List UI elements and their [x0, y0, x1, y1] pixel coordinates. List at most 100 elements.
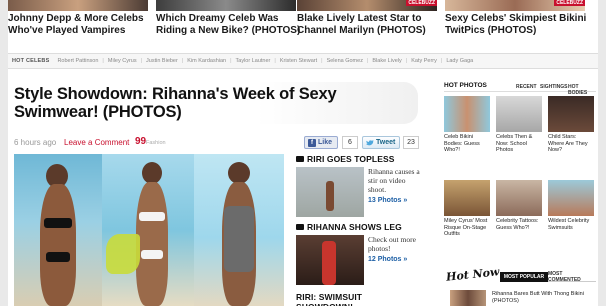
- main-photo-gallery[interactable]: [14, 154, 284, 306]
- category-link[interactable]: Fashion: [146, 140, 166, 146]
- tweet-button[interactable]: Tweet: [362, 136, 400, 149]
- top-story-thumbnail[interactable]: [156, 0, 296, 11]
- separator: |: [405, 58, 408, 64]
- top-story-1[interactable]: Johnny Depp & More Celebs Who've Played …: [8, 0, 148, 50]
- tweet-count: 23: [403, 136, 419, 149]
- hot-photos-header: HOT PHOTOS RECENT SIGHTINGS HOT BODIES: [444, 80, 596, 96]
- related-story-thumbnail[interactable]: [296, 167, 364, 217]
- hot-photo-caption[interactable]: Celebs Then & Now: School Photos: [496, 134, 542, 154]
- hot-celeb-link[interactable]: Selena Gomez: [327, 58, 363, 64]
- celebuzz-badge: CELEBUZZ: [406, 0, 437, 6]
- related-story-heading-text[interactable]: RIRI GOES TOPLESS: [307, 154, 395, 164]
- twitter-bird-icon: [366, 139, 374, 145]
- hot-photo-caption[interactable]: Wildest Celebrity Swimsuits: [548, 218, 594, 231]
- facebook-icon: f: [308, 138, 316, 147]
- hot-now-logo: Hot Now: [445, 265, 501, 284]
- hot-now-item[interactable]: Rihanna Bares Butt With Thong Bikini (PH…: [444, 288, 596, 306]
- related-story-description: Check out more photos!: [368, 235, 416, 253]
- hot-photo-item[interactable]: Child Stars: Where Are They Now?: [548, 96, 594, 154]
- hot-photo-item[interactable]: Celeb Bikini Bodies: Guess Who?!: [444, 96, 490, 154]
- tab-recent[interactable]: RECENT: [516, 84, 537, 90]
- hot-photo-item[interactable]: Wildest Celebrity Swimsuits: [548, 180, 594, 231]
- leave-comment-link[interactable]: Leave a Comment: [64, 138, 129, 147]
- related-story-heading[interactable]: RIRI GOES TOPLESS: [296, 154, 420, 164]
- hot-photo-caption[interactable]: Child Stars: Where Are They Now?: [548, 134, 594, 154]
- hot-photo-caption[interactable]: Celeb Bikini Bodies: Guess Who?!: [444, 134, 490, 154]
- camera-icon: [296, 156, 304, 162]
- separator: |: [274, 58, 276, 64]
- photos-link[interactable]: 12 Photos »: [368, 255, 420, 264]
- hot-photo-thumbnail[interactable]: [496, 180, 542, 216]
- top-stories-strip: Johnny Depp & More Celebs Who've Played …: [8, 0, 598, 50]
- hot-celeb-link[interactable]: Justin Bieber: [146, 58, 178, 64]
- hot-celeb-link[interactable]: Katy Perry: [411, 58, 437, 64]
- top-story-title[interactable]: Sexy Celebs' Skimpiest Bikini TwitPics (…: [445, 13, 593, 36]
- hot-photo-caption[interactable]: Miley Cyrus' Most Risque On-Stage Outfit…: [444, 218, 490, 238]
- top-story-title[interactable]: Johnny Depp & More Celebs Who've Played …: [8, 13, 156, 36]
- hot-photos-title: HOT PHOTOS: [444, 82, 487, 89]
- top-story-title[interactable]: Blake Lively Latest Star to Channel Mari…: [297, 13, 445, 36]
- hot-photo-caption[interactable]: Celebrity Tattoos: Guess Who?!: [496, 218, 542, 231]
- hot-photo-thumbnail[interactable]: [496, 96, 542, 132]
- rihanna-photo-1[interactable]: [14, 154, 102, 306]
- hot-photo-item[interactable]: Celebs Then & Now: School Photos: [496, 96, 542, 154]
- hot-celeb-link[interactable]: Kim Kardashian: [187, 58, 226, 64]
- hot-celeb-link[interactable]: Kristen Stewart: [280, 58, 317, 64]
- hot-now-thumbnail[interactable]: [450, 290, 486, 306]
- top-story-4[interactable]: CELEBUZZ Sexy Celebs' Skimpiest Bikini T…: [445, 0, 586, 50]
- top-story-thumbnail[interactable]: [8, 0, 148, 11]
- hot-photo-thumbnail[interactable]: [548, 180, 594, 216]
- hot-photo-thumbnail[interactable]: [444, 180, 490, 216]
- hot-photo-thumbnail[interactable]: [548, 96, 594, 132]
- article-meta: 6 hours ago Leave a Comment 99 Fashion f…: [14, 136, 419, 150]
- hot-photo-thumbnail[interactable]: [444, 96, 490, 132]
- tweet-label: Tweet: [376, 139, 396, 146]
- hot-now-headline[interactable]: Rihanna Bares Butt With Thong Bikini (PH…: [492, 291, 596, 304]
- hot-celeb-link[interactable]: Robert Pattinson: [57, 58, 98, 64]
- related-story-heading[interactable]: RIHANNA SHOWS LEG: [296, 222, 420, 232]
- top-story-2[interactable]: Which Dreamy Celeb Was Riding a New Bike…: [156, 0, 300, 50]
- top-story-3[interactable]: CELEBUZZ Blake Lively Latest Star to Cha…: [297, 0, 437, 50]
- rihanna-photo-3[interactable]: [194, 154, 284, 306]
- hot-celeb-link[interactable]: Lady Gaga: [446, 58, 473, 64]
- hot-celeb-link[interactable]: Taylor Lautner: [236, 58, 271, 64]
- article-title: Style Showdown: Rihanna's Week of Sexy S…: [14, 85, 337, 121]
- hot-celeb-link[interactable]: Miley Cyrus: [108, 58, 137, 64]
- tab-most-popular[interactable]: MOST POPULAR: [500, 272, 548, 282]
- article-title-banner: Style Showdown: Rihanna's Week of Sexy S…: [14, 82, 418, 124]
- related-story-description: Rihanna causes a stir on video shoot.: [368, 167, 420, 194]
- facebook-like-button[interactable]: f Like: [304, 136, 338, 149]
- related-story-1[interactable]: RIRI GOES TOPLESS Rihanna causes a stir …: [296, 154, 420, 217]
- tab-most-commented[interactable]: MOST COMMENTED: [548, 271, 596, 283]
- related-story-text: Check out more photos! 12 Photos »: [368, 235, 420, 264]
- separator: |: [366, 58, 369, 64]
- hot-photo-item[interactable]: Celebrity Tattoos: Guess Who?!: [496, 180, 542, 231]
- related-story-text: Rihanna causes a stir on video shoot. 13…: [368, 167, 420, 205]
- like-count: 6: [342, 136, 358, 149]
- related-story-thumbnail[interactable]: [296, 235, 364, 285]
- related-story-heading-text[interactable]: RIRI: SWIMSUIT SHOWDOWN!: [296, 292, 420, 306]
- comment-quote-icon[interactable]: 99: [135, 136, 146, 147]
- hot-celebs-label: HOT CELEBS: [12, 58, 50, 64]
- photos-link[interactable]: 13 Photos »: [368, 196, 420, 205]
- article-timestamp: 6 hours ago: [14, 138, 57, 147]
- rihanna-photo-2[interactable]: [102, 154, 194, 306]
- related-story-heading[interactable]: RIRI: SWIMSUIT SHOWDOWN!: [296, 292, 420, 306]
- hot-photo-item[interactable]: Miley Cyrus' Most Risque On-Stage Outfit…: [444, 180, 490, 238]
- top-story-title[interactable]: Which Dreamy Celeb Was Riding a New Bike…: [156, 13, 304, 36]
- related-story-heading-text[interactable]: RIHANNA SHOWS LEG: [307, 222, 402, 232]
- related-story-2[interactable]: RIHANNA SHOWS LEG Check out more photos!…: [296, 222, 420, 285]
- separator: |: [181, 58, 184, 64]
- page: Johnny Depp & More Celebs Who've Played …: [8, 0, 598, 306]
- related-story-3[interactable]: RIRI: SWIMSUIT SHOWDOWN!: [296, 292, 420, 306]
- camera-icon: [296, 224, 304, 230]
- like-label: Like: [318, 139, 333, 146]
- tab-hot-bodies[interactable]: HOT BODIES: [568, 84, 596, 96]
- hot-celeb-link[interactable]: Blake Lively: [372, 58, 401, 64]
- hot-celebs-bar: HOT CELEBS Robert Pattinson | Miley Cyrus…: [8, 53, 598, 69]
- separator: |: [230, 58, 232, 64]
- separator: |: [321, 58, 323, 64]
- celebuzz-badge: CELEBUZZ: [554, 0, 585, 6]
- separator: |: [140, 58, 143, 64]
- tab-sightings[interactable]: SIGHTINGS: [540, 84, 568, 90]
